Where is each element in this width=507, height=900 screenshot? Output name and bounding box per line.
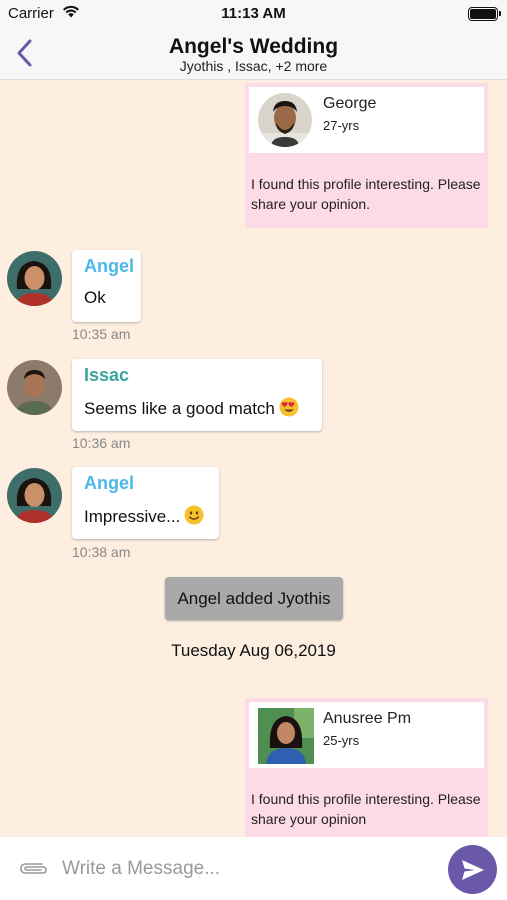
message-time: 10:35 am (72, 326, 131, 342)
message-bubble[interactable]: Angel Impressive... (72, 467, 219, 539)
message-text-row: Seems like a good match (84, 397, 299, 422)
profile-share-message: I found this profile interesting. Please… (251, 791, 481, 827)
sender-name: Angel (84, 256, 135, 276)
message-bubble[interactable]: Issac Seems like a good match (72, 359, 322, 431)
message-text: Seems like a good match (84, 399, 275, 418)
profile-name: George (323, 95, 377, 112)
profile-name: Anusree Pm (323, 710, 412, 727)
smile-emoji-icon (184, 505, 204, 530)
sender-name: Angel (84, 473, 135, 493)
send-button[interactable] (448, 845, 497, 894)
profile-card-header[interactable]: George 27-yrs (249, 87, 484, 153)
message-time: 10:38 am (72, 544, 131, 560)
profile-card-george[interactable]: George 27-yrs I found this profile inter… (245, 83, 488, 228)
message-text: Impressive... (84, 507, 181, 526)
message-text-row: Impressive... (84, 505, 204, 530)
profile-photo[interactable] (258, 708, 314, 764)
message-text: Ok (84, 288, 106, 307)
avatar[interactable] (7, 468, 62, 523)
chat-header: Angel's Wedding Jyothis , Issac, +2 more (0, 28, 507, 80)
profile-photo[interactable] (258, 93, 312, 147)
profile-age: 25-yrs (323, 733, 360, 748)
battery-icon (468, 7, 501, 21)
send-icon (462, 860, 484, 880)
system-message: Angel added Jyothis (165, 577, 343, 620)
profile-age: 27-yrs (323, 118, 360, 133)
date-separator: Tuesday Aug 06,2019 (171, 641, 336, 660)
message-composer (0, 837, 507, 900)
profile-card-anusree[interactable]: Anusree Pm 25-yrs I found this profile i… (245, 698, 488, 837)
message-input[interactable] (62, 852, 432, 886)
clock: 11:13 AM (221, 5, 286, 22)
chat-title[interactable]: Angel's Wedding (0, 35, 507, 59)
avatar[interactable] (7, 251, 62, 306)
sender-name: Issac (84, 365, 130, 385)
profile-share-message: I found this profile interesting. Please… (251, 176, 481, 212)
chat-participants[interactable]: Jyothis , Issac, +2 more (0, 58, 507, 74)
paperclip-icon[interactable] (18, 859, 48, 882)
status-bar: Carrier 11:13 AM (0, 0, 507, 28)
heart-eyes-emoji-icon (279, 397, 299, 422)
profile-card-header[interactable]: Anusree Pm 25-yrs (249, 702, 484, 768)
message-time: 10:36 am (72, 435, 131, 451)
message-bubble[interactable]: Angel Ok (72, 250, 141, 322)
avatar[interactable] (7, 360, 62, 415)
